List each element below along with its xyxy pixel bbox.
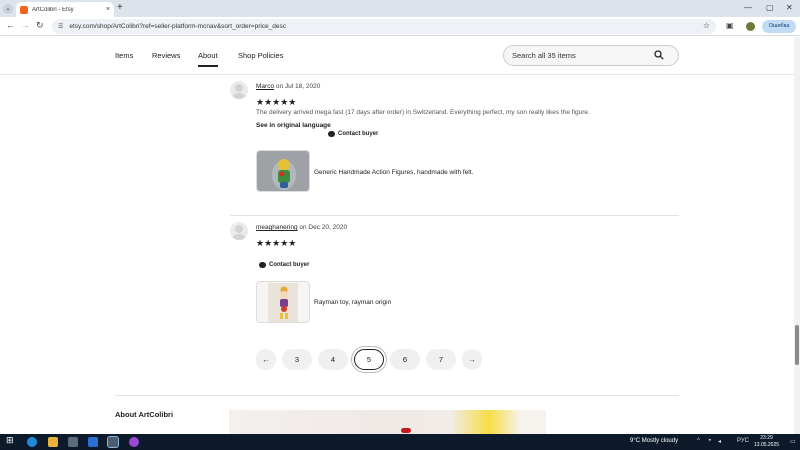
- about-heading: About ArtColibri: [115, 410, 174, 419]
- about-shop-image: [229, 410, 546, 434]
- review-text: The delivery arrived mega fast (17 days …: [256, 109, 590, 116]
- tray-chevron-icon[interactable]: ^: [697, 438, 700, 444]
- reviewer-name[interactable]: Marco: [256, 83, 274, 90]
- chat-icon: [259, 262, 266, 268]
- next-page-button[interactable]: →: [462, 349, 482, 370]
- review-meta: Marco on Jul 18, 2020: [256, 83, 320, 90]
- avatar: [230, 81, 248, 99]
- tab-search-icon[interactable]: ⌄: [3, 4, 13, 14]
- browser-tab[interactable]: ArtColibri - Etsy ×: [16, 2, 114, 17]
- item-title[interactable]: Generic Handmade Action Figures, handmad…: [314, 169, 473, 176]
- item-thumbnail[interactable]: [256, 281, 310, 323]
- edge-icon[interactable]: [27, 437, 37, 447]
- review-date: on Dec 20, 2020: [299, 224, 348, 231]
- contact-buyer-button[interactable]: Contact buyer: [328, 131, 378, 137]
- back-arrow-icon[interactable]: ←: [6, 20, 15, 30]
- star-rating: ★★★★★: [256, 97, 297, 107]
- shop-nav: Items Reviews About Shop Policies Search…: [0, 37, 794, 75]
- contact-buyer-button[interactable]: Contact buyer: [259, 262, 309, 268]
- profile-button[interactable]: Ошибка: [762, 20, 796, 33]
- volume-icon[interactable]: ◂: [718, 438, 721, 445]
- review-card: Marco on Jul 18, 2020 ★★★★★ The delivery…: [230, 81, 680, 201]
- about-image-detail: [401, 428, 411, 433]
- page-6-button[interactable]: 6: [390, 349, 420, 370]
- star-icon[interactable]: ☆: [703, 21, 710, 30]
- section-divider: [115, 395, 679, 396]
- shop-search-placeholder: Search all 35 items: [512, 51, 576, 60]
- site-info-icon[interactable]: ☰: [58, 23, 63, 30]
- page-7-button[interactable]: 7: [426, 349, 456, 370]
- extensions-icon[interactable]: ▣: [726, 21, 734, 30]
- contact-buyer-label: Contact buyer: [269, 262, 310, 268]
- page-3-button[interactable]: 3: [282, 349, 312, 370]
- profile-avatar-icon[interactable]: [746, 22, 755, 31]
- chat-icon: [328, 131, 335, 137]
- page-4-button[interactable]: 4: [318, 349, 348, 370]
- network-icon[interactable]: ◓: [708, 438, 712, 444]
- shop-search-input[interactable]: Search all 35 items: [503, 45, 679, 66]
- address-bar[interactable]: ☰ etsy.com/shop/ArtColibri?ref=seller-pl…: [52, 19, 716, 34]
- file-explorer-icon[interactable]: [48, 437, 58, 447]
- clock-time: 23:29: [760, 435, 773, 441]
- clock-date: 13.05.2025: [754, 442, 780, 448]
- new-tab-button[interactable]: +: [117, 2, 123, 13]
- item-thumbnail[interactable]: [256, 150, 310, 192]
- browser-toolbar: ← → ↻ ☰ etsy.com/shop/ArtColibri?ref=sel…: [0, 17, 800, 36]
- etsy-favicon-icon: [20, 5, 28, 14]
- page-5-button[interactable]: 5: [354, 349, 384, 370]
- avatar: [230, 222, 248, 240]
- notification-icon[interactable]: ▭: [790, 438, 796, 445]
- review-meta: meaghanering on Dec 20, 2020: [256, 224, 347, 231]
- nav-reviews[interactable]: Reviews: [152, 51, 180, 60]
- review-card: meaghanering on Dec 20, 2020 ★★★★★ Conta…: [230, 222, 680, 332]
- windows-taskbar: ⊞ 9°C Mostly cloudy ^ ◓ ◂ РУС 23:29 13.0…: [0, 434, 800, 450]
- reload-icon[interactable]: ↻: [36, 20, 44, 31]
- clock[interactable]: 23:29 13.05.2025: [754, 435, 779, 449]
- contact-buyer-label: Contact buyer: [338, 131, 379, 137]
- page-scrollbar-thumb[interactable]: [795, 325, 799, 365]
- felt-action-figure-image: [257, 151, 309, 191]
- nav-about[interactable]: About: [198, 51, 218, 67]
- nav-shop-policies[interactable]: Shop Policies: [238, 51, 283, 60]
- see-original-language-link[interactable]: See in original language: [256, 122, 331, 129]
- minimize-icon[interactable]: —: [744, 3, 752, 12]
- review-date: on Jul 18, 2020: [275, 83, 321, 90]
- url-text[interactable]: etsy.com/shop/ArtColibri?ref=seller-plat…: [69, 23, 286, 30]
- search-icon[interactable]: [654, 50, 664, 60]
- reviewer-name[interactable]: meaghanering: [256, 224, 298, 231]
- tab-title: ArtColibri - Etsy: [32, 6, 74, 13]
- prev-page-button[interactable]: ←: [256, 349, 276, 370]
- store-icon[interactable]: [68, 437, 78, 447]
- pagination: ← 3 4 5 6 7 →: [256, 349, 482, 370]
- review-divider: [230, 215, 679, 216]
- weather-widget[interactable]: 9°C Mostly cloudy: [630, 438, 678, 444]
- app-icon[interactable]: [129, 437, 139, 447]
- language-indicator[interactable]: РУС: [737, 438, 749, 444]
- maximize-icon[interactable]: ▢: [766, 3, 774, 12]
- browser-tab-strip: ⌄ ArtColibri - Etsy × + — ▢ ✕: [0, 0, 800, 17]
- tab-close-icon[interactable]: ×: [106, 6, 110, 13]
- windows-start-icon[interactable]: ⊞: [6, 435, 16, 445]
- rayman-toy-image: [257, 282, 309, 322]
- nav-items[interactable]: Items: [115, 51, 133, 60]
- close-icon[interactable]: ✕: [786, 3, 793, 12]
- forward-arrow-icon[interactable]: →: [21, 20, 30, 30]
- mail-icon[interactable]: [88, 437, 98, 447]
- page-scrollbar-track[interactable]: [794, 37, 800, 434]
- chrome-icon[interactable]: [107, 436, 119, 448]
- item-title[interactable]: Rayman toy, rayman origin: [314, 299, 391, 306]
- star-rating: ★★★★★: [256, 238, 297, 248]
